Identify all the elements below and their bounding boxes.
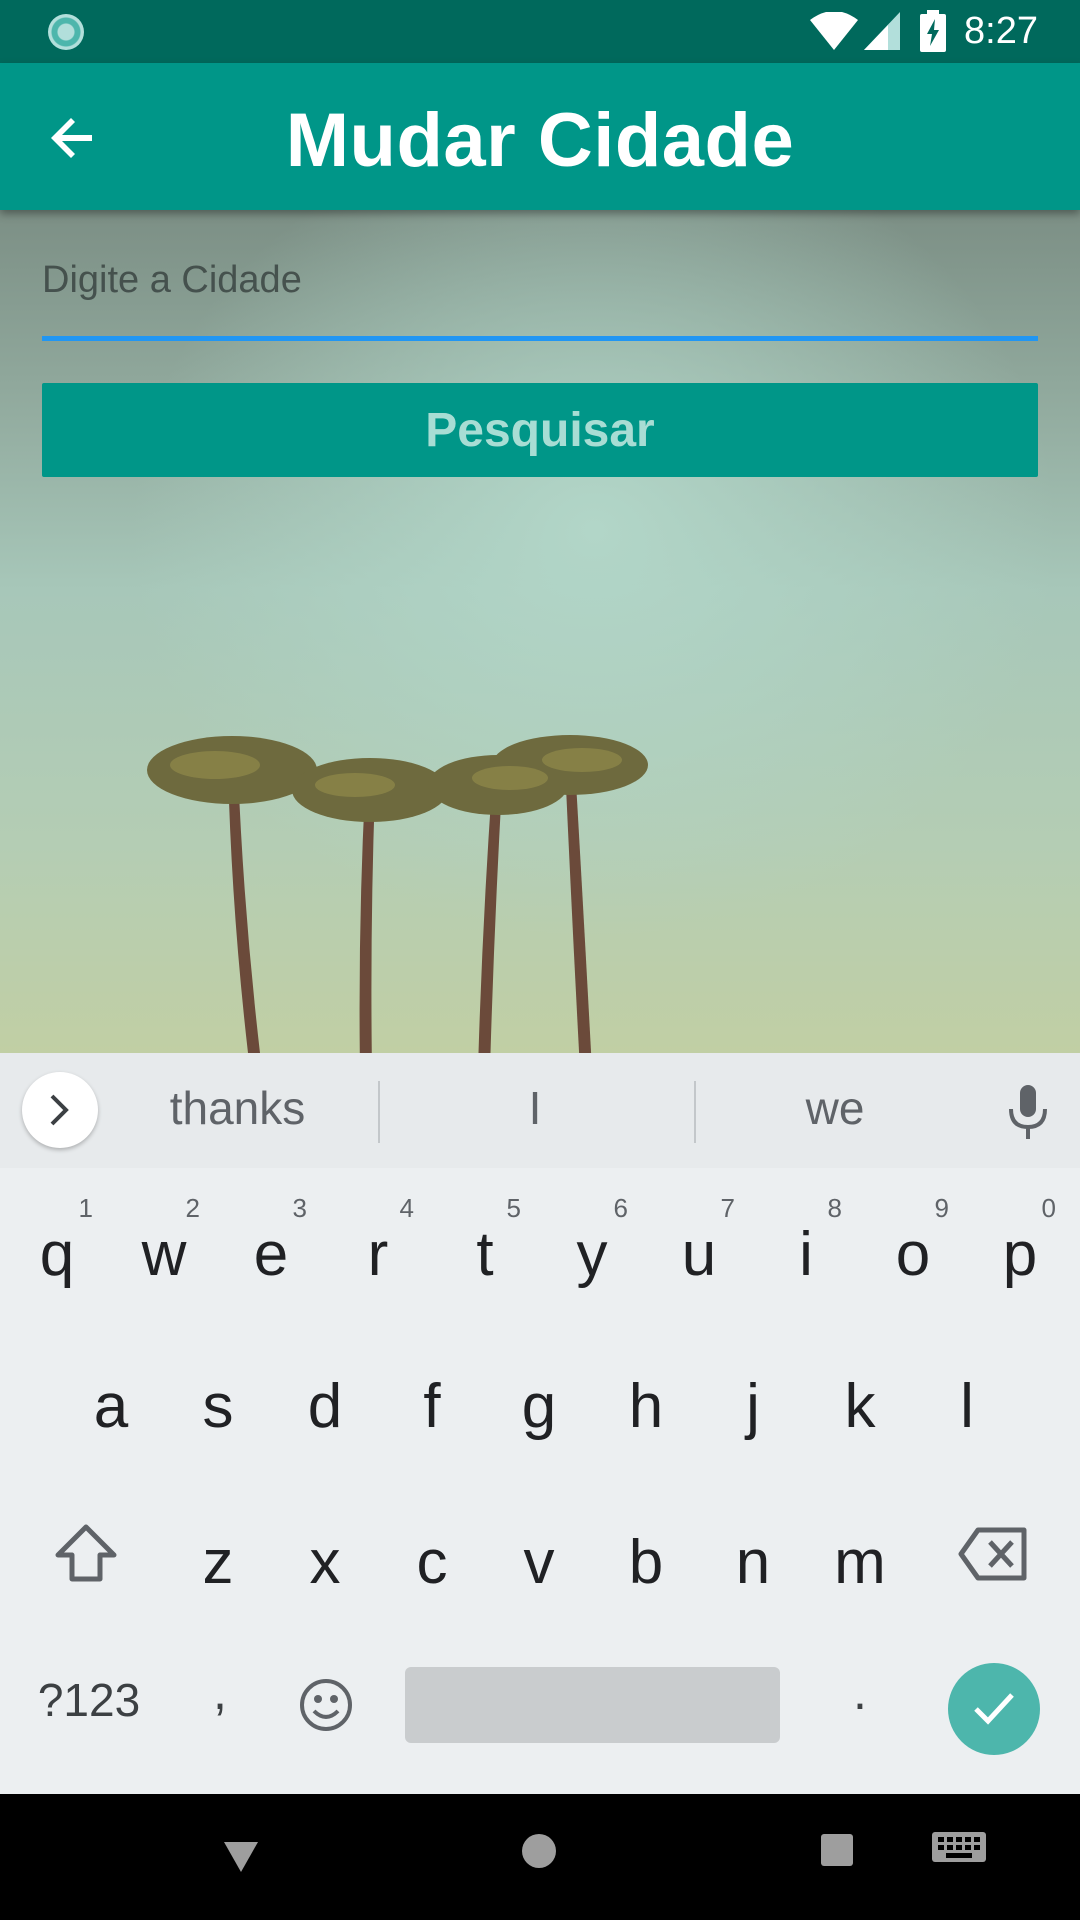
city-search-input[interactable] xyxy=(42,250,1038,310)
key-g[interactable]: g xyxy=(489,1345,589,1465)
key-e[interactable]: 3e xyxy=(221,1193,321,1313)
key-v[interactable]: v xyxy=(489,1501,589,1621)
key-f[interactable]: f xyxy=(382,1345,482,1465)
key-o[interactable]: 9o xyxy=(863,1193,963,1313)
key-s[interactable]: s xyxy=(168,1345,268,1465)
nav-back-icon[interactable] xyxy=(222,1840,260,1874)
key-w[interactable]: 2w xyxy=(114,1193,214,1313)
key-d[interactable]: d xyxy=(275,1345,375,1465)
keyboard-switch-icon[interactable] xyxy=(932,1832,986,1868)
key-k[interactable]: k xyxy=(810,1345,910,1465)
keyboard-expand-button[interactable] xyxy=(22,1072,98,1148)
status-time: 8:27 xyxy=(964,10,1038,52)
app-bar: Mudar Cidade xyxy=(0,63,1080,210)
key-n[interactable]: n xyxy=(703,1501,803,1621)
search-button[interactable]: Pesquisar xyxy=(42,383,1038,477)
soft-keyboard: thanks I we 1q 2w 3e 4r 5t 6y 7u 8i 9o 0… xyxy=(0,1053,1080,1794)
input-underline xyxy=(42,336,1038,341)
key-i[interactable]: 8i xyxy=(756,1193,856,1313)
key-b[interactable]: b xyxy=(596,1501,696,1621)
signal-icon xyxy=(864,12,900,50)
key-a[interactable]: a xyxy=(61,1345,161,1465)
status-bar: 8:27 xyxy=(0,0,1080,63)
page-title: Mudar Cidade xyxy=(285,98,795,183)
battery-charging-icon xyxy=(920,10,946,52)
symbols-key[interactable]: ?123 xyxy=(24,1673,154,1743)
key-p[interactable]: 0p xyxy=(970,1193,1070,1313)
period-key[interactable]: . xyxy=(810,1663,910,1753)
check-icon xyxy=(974,1693,1014,1725)
backspace-icon[interactable] xyxy=(958,1527,1028,1581)
key-u[interactable]: 7u xyxy=(649,1193,749,1313)
enter-key[interactable] xyxy=(948,1663,1040,1755)
sync-icon xyxy=(48,14,84,50)
suggestion-3[interactable]: we xyxy=(730,1081,940,1135)
key-h[interactable]: h xyxy=(596,1345,696,1465)
key-r[interactable]: 4r xyxy=(328,1193,428,1313)
key-t[interactable]: 5t xyxy=(435,1193,535,1313)
key-q[interactable]: 1q xyxy=(7,1193,107,1313)
suggestion-divider xyxy=(694,1081,696,1143)
comma-key[interactable]: , xyxy=(170,1663,270,1753)
microphone-icon[interactable] xyxy=(1005,1085,1051,1139)
suggestion-bar: thanks I we xyxy=(0,1053,1080,1168)
key-z[interactable]: z xyxy=(168,1501,268,1621)
navigation-bar xyxy=(0,1794,1080,1920)
suggestion-1[interactable]: thanks xyxy=(130,1081,345,1135)
key-m[interactable]: m xyxy=(810,1501,910,1621)
key-x[interactable]: x xyxy=(275,1501,375,1621)
key-l[interactable]: l xyxy=(917,1345,1017,1465)
shift-icon[interactable] xyxy=(54,1523,118,1583)
suggestion-2[interactable]: I xyxy=(430,1081,640,1135)
palm-trees-background-image xyxy=(147,735,648,1053)
content-area: Pesquisar xyxy=(0,210,1080,1053)
nav-home-icon[interactable] xyxy=(522,1834,556,1868)
chevron-right-icon xyxy=(50,1094,69,1126)
space-key[interactable] xyxy=(405,1667,780,1743)
key-c[interactable]: c xyxy=(382,1501,482,1621)
wifi-icon xyxy=(810,12,858,50)
key-y[interactable]: 6y xyxy=(542,1193,642,1313)
emoji-icon[interactable] xyxy=(298,1677,354,1733)
nav-recents-icon[interactable] xyxy=(821,1834,853,1866)
suggestion-divider xyxy=(378,1081,380,1143)
key-j[interactable]: j xyxy=(703,1345,803,1465)
